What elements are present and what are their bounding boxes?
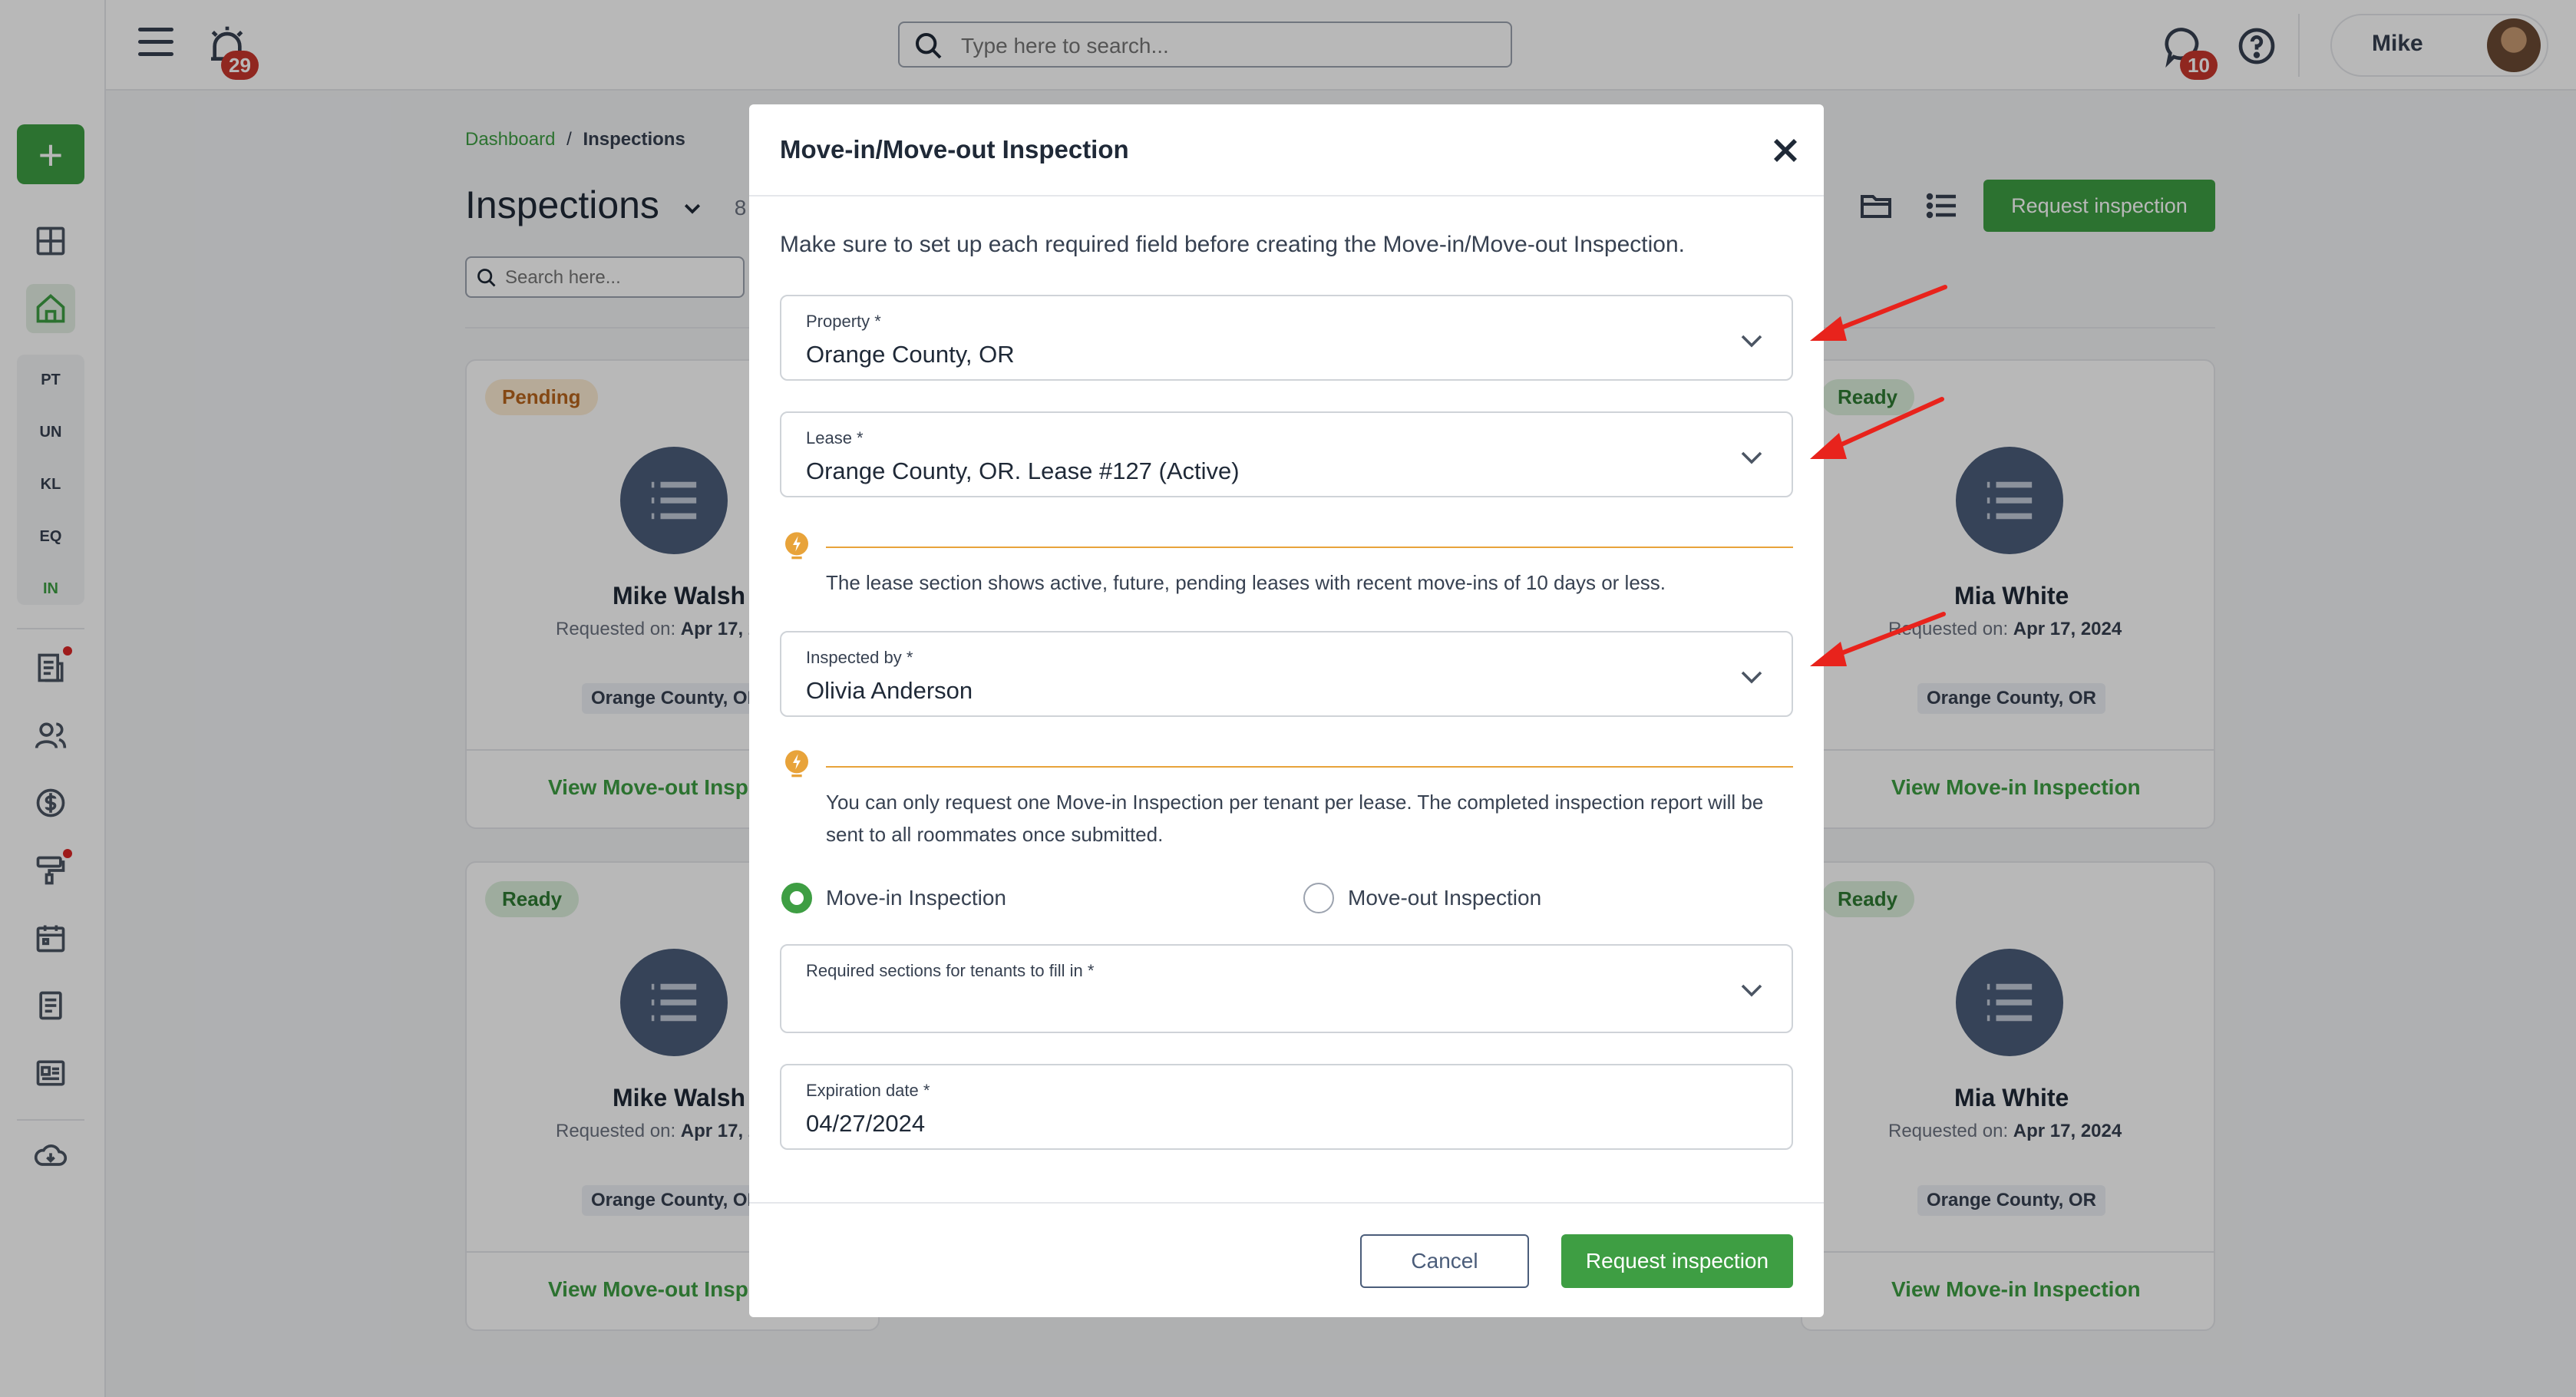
expiration-label: Expiration date *: [806, 1081, 930, 1100]
modal-intro: Make sure to set up each required field …: [780, 232, 1685, 257]
modal-header-divider: [749, 195, 1824, 197]
annotation-arrow: [1810, 285, 1947, 341]
property-value: Orange County, OR: [806, 341, 1015, 368]
expiration-value[interactable]: 04/27/2024: [806, 1110, 925, 1138]
modal-title: Move-in/Move-out Inspection: [780, 135, 1129, 163]
inspection-hint: You can only request one Move-in Inspect…: [826, 791, 1764, 846]
inspected-by-select[interactable]: Inspected by * Olivia Anderson: [780, 631, 1793, 717]
property-select[interactable]: Property * Orange County, OR: [780, 295, 1793, 381]
move-in-radio[interactable]: [781, 883, 812, 913]
chevron-down-icon: [1741, 671, 1762, 684]
move-in-radio-label[interactable]: Move-in Inspection: [826, 886, 1006, 910]
move-out-radio[interactable]: [1303, 883, 1334, 913]
lease-value: Orange County, OR. Lease #127 (Active): [806, 457, 1240, 484]
inspection-modal: Move-in/Move-out Inspection Make sure to…: [749, 104, 1824, 1317]
annotation-arrow: [1810, 612, 1946, 666]
hint-divider: [826, 547, 1793, 548]
annotation-arrow: [1810, 397, 1944, 459]
inspected-by-label: Inspected by *: [806, 648, 913, 667]
chevron-down-icon: [1741, 451, 1762, 464]
modal-footer-divider: [749, 1202, 1824, 1204]
request-inspection-submit-button[interactable]: Request inspection: [1561, 1234, 1793, 1288]
close-icon[interactable]: [1765, 130, 1805, 170]
lease-select[interactable]: Lease * Orange County, OR. Lease #127 (A…: [780, 411, 1793, 497]
expiration-date-field[interactable]: Expiration date * 04/27/2024: [780, 1064, 1793, 1150]
lease-label: Lease *: [806, 428, 864, 448]
lightbulb-icon: [785, 532, 808, 560]
hint-divider: [826, 766, 1793, 768]
inspected-by-value: Olivia Anderson: [806, 677, 973, 704]
chevron-down-icon: [1741, 984, 1762, 997]
required-sections-select[interactable]: Required sections for tenants to fill in…: [780, 944, 1793, 1033]
lease-hint: The lease section shows active, future, …: [826, 571, 1666, 594]
property-label: Property *: [806, 312, 881, 331]
cancel-button[interactable]: Cancel: [1360, 1234, 1529, 1288]
move-out-radio-label[interactable]: Move-out Inspection: [1348, 886, 1541, 910]
lightbulb-icon: [785, 750, 808, 778]
chevron-down-icon: [1741, 335, 1762, 348]
required-sections-label: Required sections for tenants to fill in…: [806, 961, 1095, 980]
